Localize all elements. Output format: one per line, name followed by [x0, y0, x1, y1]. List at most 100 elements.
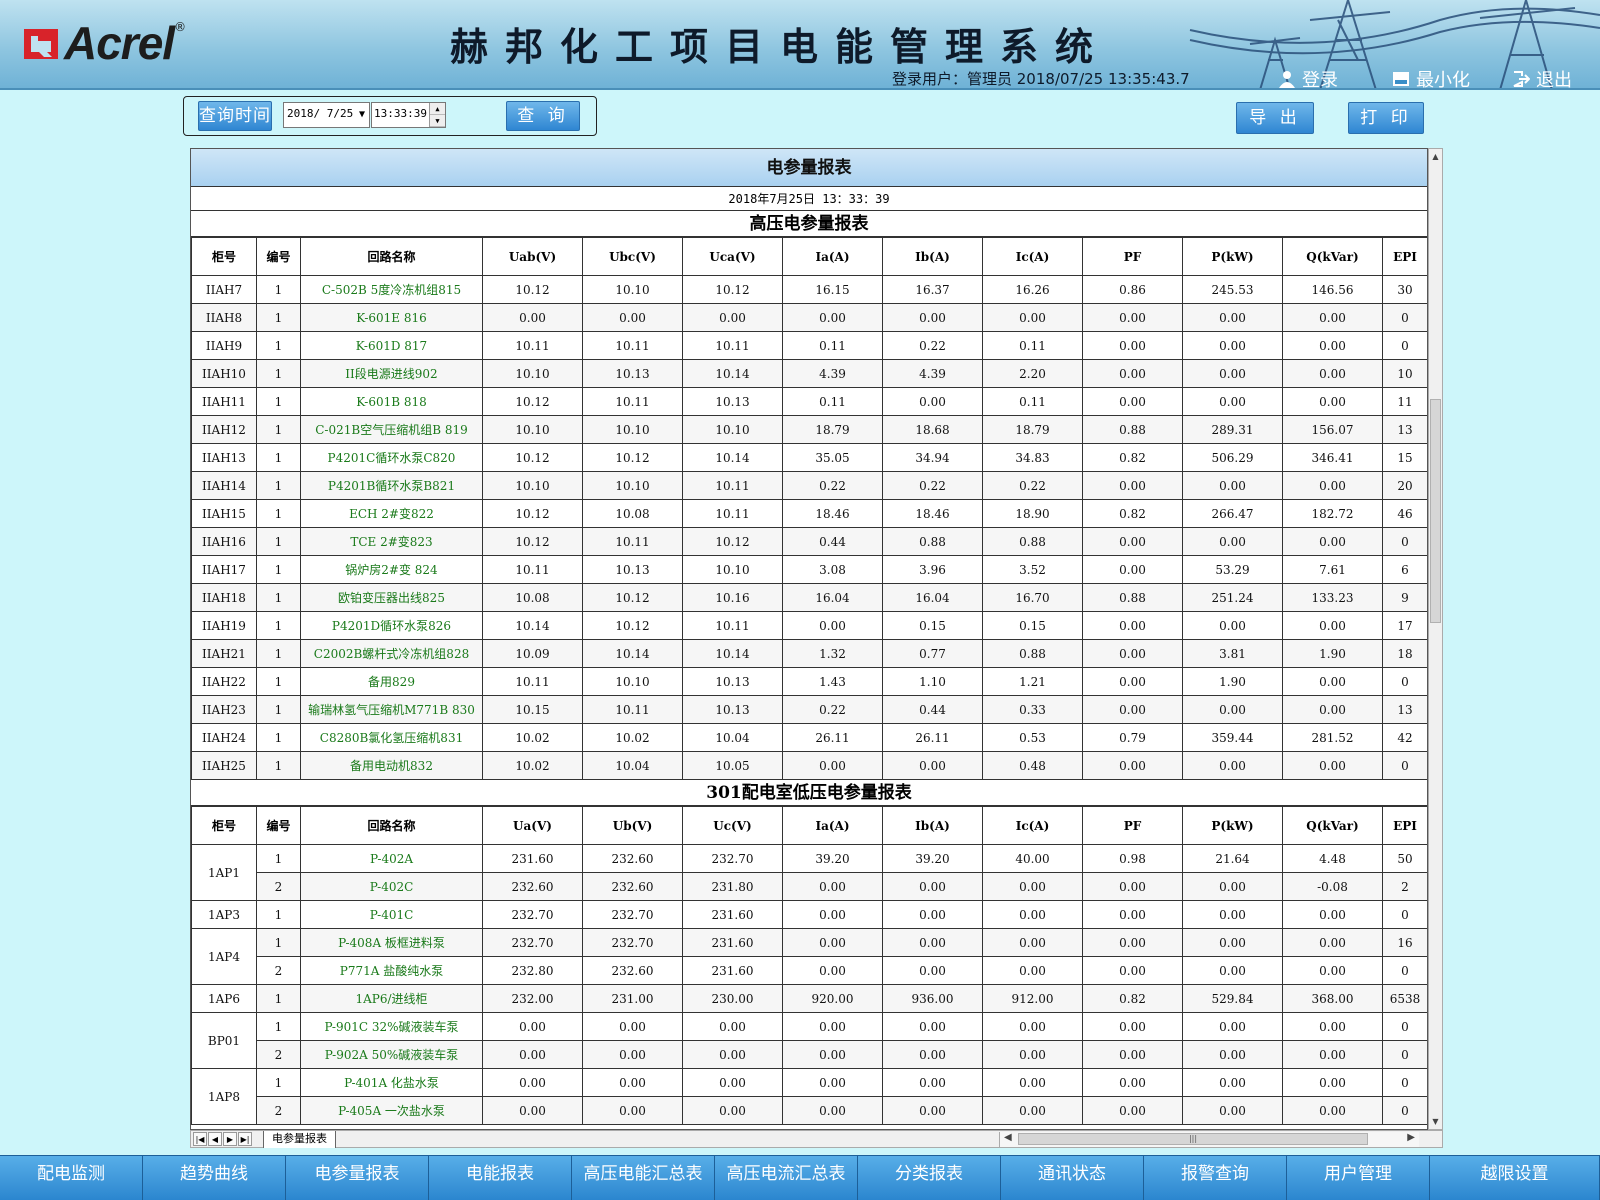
first-sheet-icon[interactable]: |◀ [193, 1132, 207, 1146]
column-header: P(kW) [1182, 806, 1283, 845]
circuit-name-cell[interactable]: II段电源进线902 [300, 359, 483, 388]
table-cell: 0.00 [982, 1040, 1083, 1069]
next-sheet-icon[interactable]: ▶ [223, 1132, 237, 1146]
column-header: 柜号 [191, 806, 257, 845]
login-button[interactable]: 登录 [1278, 66, 1338, 90]
circuit-name-cell[interactable]: 备用电动机832 [300, 751, 483, 780]
table-cell: IIAH7 [191, 275, 257, 304]
circuit-name-cell[interactable]: P-901C 32%碱液装车泵 [300, 1012, 483, 1041]
minimize-button[interactable]: 最小化 [1392, 66, 1470, 88]
table-cell: 1 [256, 984, 301, 1013]
table-cell: 10.08 [582, 499, 683, 528]
table-cell: 0.00 [682, 1012, 783, 1041]
circuit-name-cell[interactable]: C8280B氯化氢压缩机831 [300, 723, 483, 752]
vertical-scroll-thumb[interactable] [1430, 399, 1441, 623]
table-cell: 40.00 [982, 844, 1083, 873]
table-cell: 18.46 [882, 499, 983, 528]
table-row: 1AP4 1 P-408A 板框进料泵 232.70 232.70 231.60 0.00 0… [191, 928, 1427, 985]
nav-item[interactable]: 用户管理 [1287, 1156, 1430, 1200]
table-cell: 0.00 [582, 1012, 683, 1041]
last-sheet-icon[interactable]: ▶| [238, 1132, 252, 1146]
minimize-icon [1393, 72, 1409, 86]
horizontal-scroll-thumb[interactable]: ||| [1018, 1133, 1368, 1145]
exit-button[interactable]: 退出 [1512, 66, 1572, 88]
table-cell: 1 [256, 1068, 301, 1097]
circuit-name-cell[interactable]: P-402C [300, 872, 483, 901]
table-row: IIAH7 1 C-502B 5度冷冻机组815 10.12 10.10 10.12 16.… [191, 275, 1427, 304]
column-header: EPI [1382, 237, 1427, 276]
table-cell: 1 [256, 639, 301, 668]
export-button[interactable]: 导 出 [1236, 102, 1314, 134]
nav-item[interactable]: 趋势曲线 [143, 1156, 286, 1200]
prev-sheet-icon[interactable]: ◀ [208, 1132, 222, 1146]
circuit-name-cell[interactable]: P771A 盐酸纯水泵 [300, 956, 483, 985]
nav-item[interactable]: 电参量报表 [286, 1156, 429, 1200]
table-cell: 10.11 [482, 555, 583, 584]
nav-item[interactable]: 分类报表 [858, 1156, 1001, 1200]
table-cell: 0.88 [982, 527, 1083, 556]
table-cell: 10.05 [682, 751, 783, 780]
time-input[interactable]: 13:33:39 ▲ ▼ [371, 102, 446, 128]
table-cell: 1.21 [982, 667, 1083, 696]
login-user-info: 登录用户：管理员 2018/07/25 13:35:43.7 [892, 70, 1190, 88]
scroll-up-icon[interactable]: ▲ [1429, 149, 1442, 164]
table-cell: 0.00 [582, 1068, 683, 1097]
circuit-name-cell[interactable]: TCE 2#变823 [300, 527, 483, 556]
circuit-name-cell[interactable]: 锅炉房2#变 824 [300, 555, 483, 584]
nav-item[interactable]: 配电监测 [0, 1156, 143, 1200]
table-cell: 10.14 [482, 611, 583, 640]
registered-mark-icon: ® [174, 20, 187, 34]
circuit-name-cell[interactable]: 欧铂变压器出线825 [300, 583, 483, 612]
circuit-name-cell[interactable]: P-408A 板框进料泵 [300, 928, 483, 957]
circuit-name-cell[interactable]: 1AP6/进线柜 [300, 984, 483, 1013]
nav-item[interactable]: 报警查询 [1144, 1156, 1287, 1200]
circuit-name-cell[interactable]: K-601E 816 [300, 303, 483, 332]
nav-item[interactable]: 高压电流汇总表 [715, 1156, 858, 1200]
circuit-name-cell[interactable]: C2002B螺杆式冷冻机组828 [300, 639, 483, 668]
vertical-scrollbar[interactable]: ▲ ▼ [1428, 148, 1443, 1130]
circuit-name-cell[interactable]: C-502B 5度冷冻机组815 [300, 275, 483, 304]
scroll-left-icon[interactable]: ◀ [1004, 1132, 1012, 1143]
nav-item[interactable]: 电能报表 [429, 1156, 572, 1200]
circuit-name-cell[interactable]: 输瑞林氢气压缩机M771B 830 [300, 695, 483, 724]
table-cell: 0.00 [1082, 751, 1183, 780]
circuit-name-cell[interactable]: P-401C [300, 900, 483, 929]
circuit-name-cell[interactable]: P-401A 化盐水泵 [300, 1068, 483, 1097]
table-cell: 10.04 [582, 751, 683, 780]
table-cell: IIAH16 [191, 527, 257, 556]
table-cell: 0 [1382, 1012, 1427, 1041]
circuit-name-cell[interactable]: K-601B 818 [300, 387, 483, 416]
table-cell: 10.14 [682, 639, 783, 668]
nav-item[interactable]: 高压电能汇总表 [572, 1156, 715, 1200]
table-cell: 281.52 [1282, 723, 1383, 752]
print-button[interactable]: 打 印 [1348, 102, 1424, 134]
spin-up-icon[interactable]: ▲ [430, 103, 445, 115]
scroll-right-icon[interactable]: ▶ [1407, 1132, 1415, 1143]
circuit-name-cell[interactable]: P4201B循环水泵B821 [300, 471, 483, 500]
table-cell: 16.04 [882, 583, 983, 612]
table-cell: 0.00 [1082, 1012, 1183, 1041]
table-cell: 0.00 [782, 872, 883, 901]
login-label: 登录 [1302, 70, 1338, 90]
circuit-name-cell[interactable]: P-902A 50%碱液装车泵 [300, 1040, 483, 1069]
scroll-down-icon[interactable]: ▼ [1429, 1114, 1442, 1129]
circuit-name-cell[interactable]: P4201C循环水泵C820 [300, 443, 483, 472]
circuit-name-cell[interactable]: C-021B空气压缩机组B 819 [300, 415, 483, 444]
date-select[interactable]: 2018/ 7/25 ▼ [283, 102, 370, 128]
table-cell: 18.79 [982, 415, 1083, 444]
spin-down-icon[interactable]: ▼ [430, 115, 445, 127]
horizontal-scrollbar[interactable]: ◀ ||| ▶ [999, 1132, 1419, 1147]
circuit-name-cell[interactable]: 备用829 [300, 667, 483, 696]
table-cell: 10.11 [682, 611, 783, 640]
lv-section-title: 301配电室低压电参量报表 [191, 780, 1427, 806]
query-button[interactable]: 查 询 [506, 101, 580, 131]
time-spinner[interactable]: ▲ ▼ [429, 103, 445, 127]
circuit-name-cell[interactable]: K-601D 817 [300, 331, 483, 360]
sheet-tab-report[interactable]: 电参量报表 [263, 1131, 336, 1148]
nav-item[interactable]: 越限设置 [1430, 1156, 1600, 1200]
nav-item[interactable]: 通讯状态 [1001, 1156, 1144, 1200]
circuit-name-cell[interactable]: P-405A 一次盐水泵 [300, 1096, 483, 1125]
circuit-name-cell[interactable]: ECH 2#变822 [300, 499, 483, 528]
circuit-name-cell[interactable]: P4201D循环水泵826 [300, 611, 483, 640]
circuit-name-cell[interactable]: P-402A [300, 844, 483, 873]
